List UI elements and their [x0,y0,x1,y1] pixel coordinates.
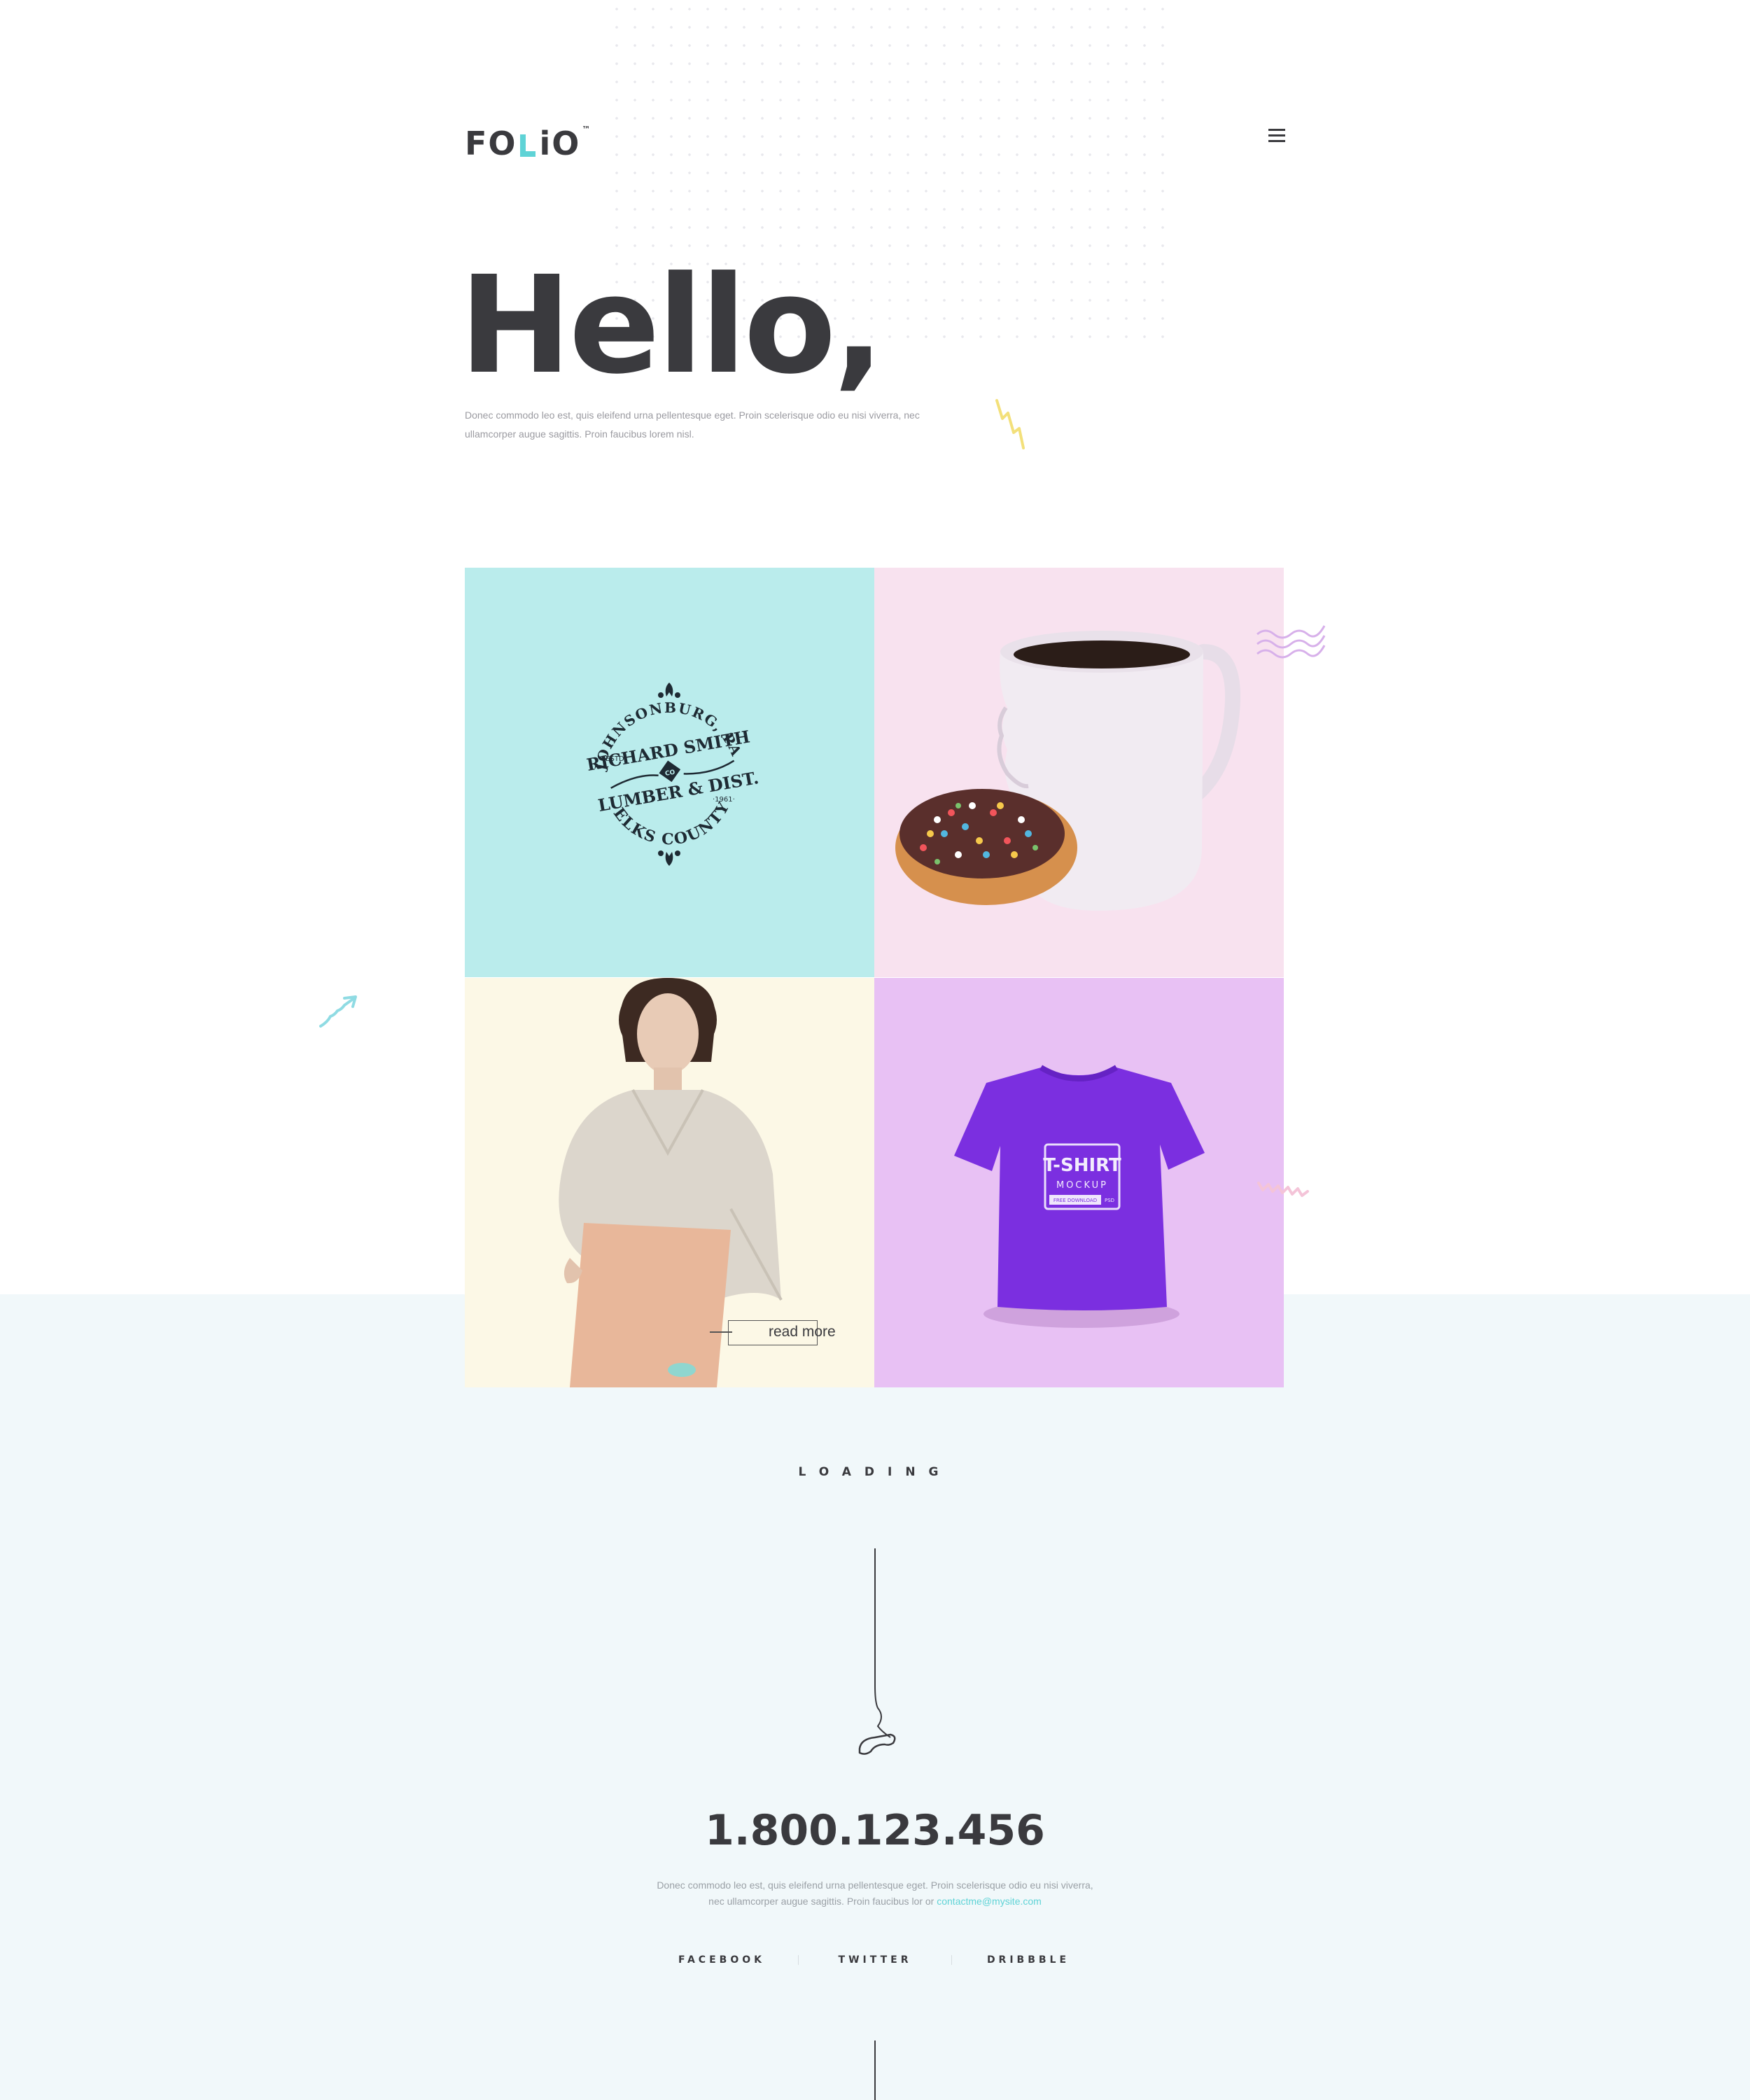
hamburger-menu-icon[interactable] [1268,129,1285,143]
read-more-label: read more [769,1324,836,1340]
portfolio-item-tshirt[interactable]: T-SHIRT MOCKUP FREE DOWNLOAD PSD [874,978,1284,1387]
menu-bar [1268,140,1285,142]
tshirt-title: T-SHIRT [1043,1155,1121,1176]
tshirt-format: PSD [1105,1198,1114,1203]
hero-title: Hello, [459,248,884,404]
facebook-link[interactable]: FACEBOOK [645,1954,798,1966]
twitter-link[interactable]: TWITTER [799,1954,951,1966]
arrow-squiggle-decoration [319,995,357,1028]
contact-text-line1: Donec commodo leo est, quis eleifend urn… [657,1879,1093,1891]
contact-email-link[interactable]: contactme@mysite.com [937,1896,1042,1907]
badge-line2: LUMBER & DIST. [596,767,760,816]
contact-text-line2: nec ullamcorper augue sagittis. Proin fa… [708,1896,934,1907]
wave-squiggle-decoration [1256,625,1326,659]
phone-cord-icon [858,1548,896,1755]
menu-bar [1268,134,1285,136]
read-more-link[interactable]: read more [710,1320,836,1345]
portfolio-item-lumber-badge[interactable]: JOHNSONBURG, PA ELKS COUNTY ·ESTD· ·1961… [465,568,874,977]
portfolio-item-mug-donut[interactable] [874,568,1284,977]
portfolio-grid: JOHNSONBURG, PA ELKS COUNTY ·ESTD· ·1961… [465,568,1284,1387]
tshirt-subtitle: MOCKUP [1056,1180,1108,1191]
lumber-badge-illustration: JOHNSONBURG, PA ELKS COUNTY ·ESTD· ·1961… [585,682,760,866]
social-links: FACEBOOK TWITTER DRIBBBLE [0,1954,1750,1966]
face-mug-donut-illustration [895,631,1241,911]
hero-description: Donec commodo leo est, quis eleifend urn… [465,410,920,440]
logo-text-left: FO [465,125,517,162]
bottom-scroll-line [874,2040,876,2100]
menu-bar [1268,129,1285,131]
logo-text-right: iO [539,125,581,162]
loading-label: LOADING [798,1465,952,1479]
badge-year: ·1961· [713,796,735,804]
phone-number[interactable]: 1.800.123.456 [0,1806,1750,1855]
tshirt-mockup-illustration: T-SHIRT MOCKUP FREE DOWNLOAD PSD [954,1065,1205,1328]
logo-l-mark [519,134,536,157]
lightning-squiggle-decoration [995,399,1025,449]
dribbble-link[interactable]: DRIBBBLE [952,1954,1105,1966]
logo[interactable]: FO iO ™ [465,123,590,160]
logo-trademark: ™ [582,125,591,134]
zigzag-squiggle-decoration [1257,1182,1309,1197]
contact-description: Donec commodo leo est, quis eleifend urn… [595,1877,1155,1910]
tshirt-tag: FREE DOWNLOAD [1054,1198,1097,1203]
